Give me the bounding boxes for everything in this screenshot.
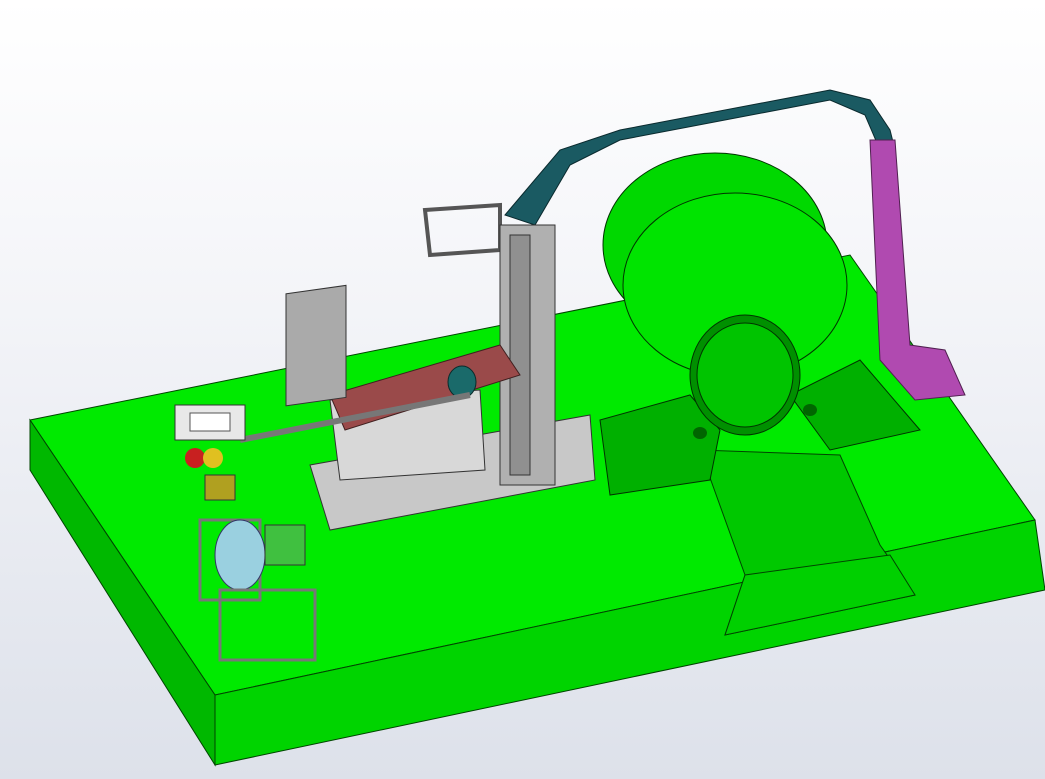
magenta-support [869,139,966,401]
cad-viewport[interactable] [0,0,1045,779]
assembly-model [29,89,1045,767]
